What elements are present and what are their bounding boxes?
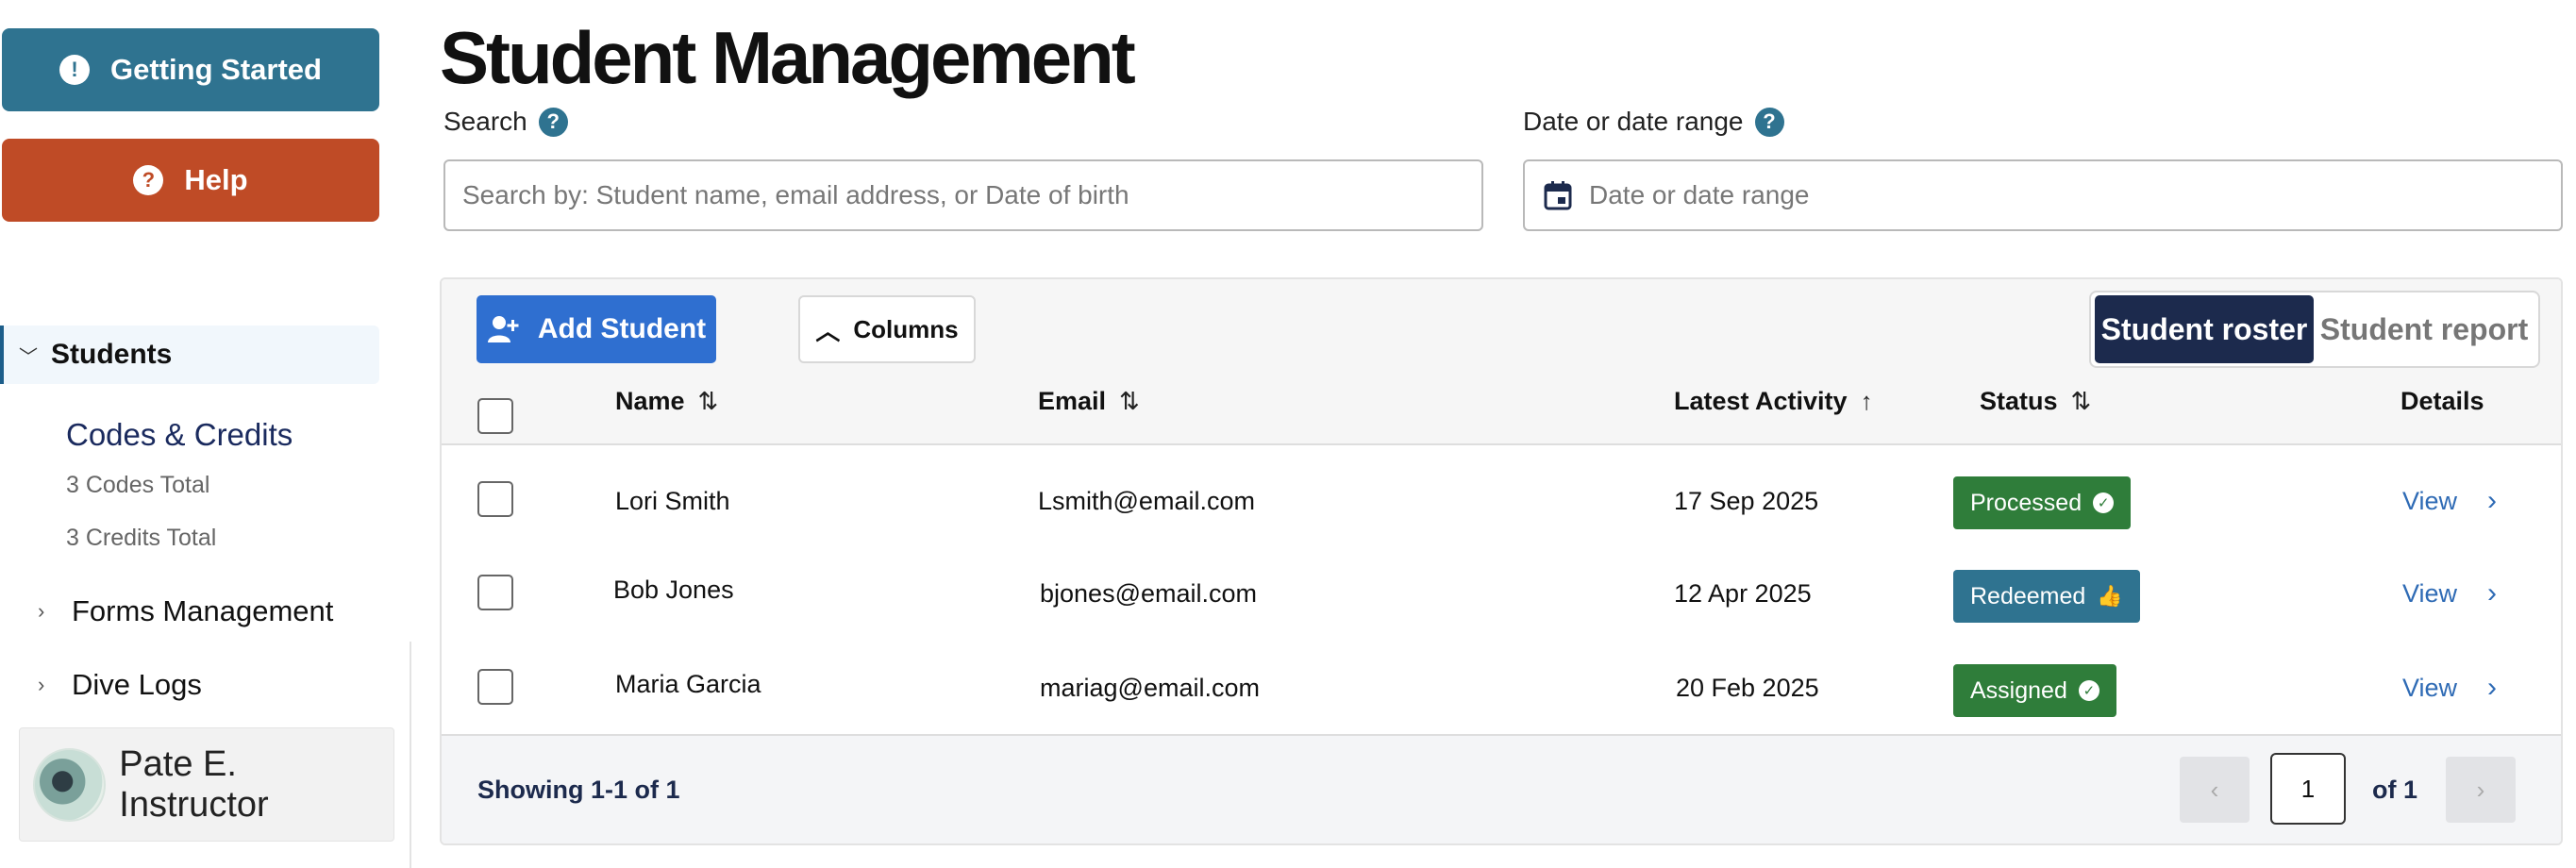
sidebar-item-label: Forms Management bbox=[72, 594, 334, 627]
columns-label: Columns bbox=[853, 314, 959, 343]
column-header-label: Status bbox=[1980, 387, 2058, 415]
add-user-icon bbox=[487, 316, 519, 342]
sidebar: ! Getting Started ? Help ﹀ Students Code… bbox=[0, 0, 411, 868]
showing-count: Showing 1-1 of 1 bbox=[477, 776, 680, 804]
add-student-button[interactable]: Add Student bbox=[477, 295, 716, 363]
sidebar-divider bbox=[410, 642, 411, 868]
check-circle-icon: ✓ bbox=[2093, 492, 2115, 513]
help-label: Help bbox=[184, 163, 248, 196]
check-circle-icon: ✓ bbox=[2078, 680, 2099, 701]
tab-student-report[interactable]: Student report bbox=[2314, 295, 2534, 363]
date-label-text: Date or date range bbox=[1523, 107, 1744, 136]
chevron-down-icon: ﹀ bbox=[19, 346, 38, 368]
codes-total-text: 3 Codes Total bbox=[66, 472, 210, 498]
sidebar-item-students[interactable]: ﹀ Students bbox=[0, 326, 379, 384]
latest-activity: 20 Feb 2025 bbox=[1676, 674, 1819, 702]
sort-icon[interactable]: ⇅ bbox=[2071, 387, 2092, 416]
sort-icon[interactable]: ⇅ bbox=[1119, 387, 1140, 416]
sidebar-item-dive-logs[interactable]: › Dive Logs bbox=[38, 661, 202, 709]
table-header-area: Add Student ︿ Columns Student roster Stu… bbox=[442, 279, 2561, 445]
student-table-panel: Add Student ︿ Columns Student roster Stu… bbox=[440, 277, 2563, 845]
chevron-right-icon: › bbox=[38, 673, 45, 696]
column-header-label: Latest Activity bbox=[1674, 387, 1848, 415]
view-label: View bbox=[2402, 578, 2458, 608]
next-page-button[interactable]: › bbox=[2446, 757, 2516, 823]
student-email: mariag@email.com bbox=[1040, 674, 1260, 702]
date-range-field bbox=[1523, 159, 2563, 231]
sidebar-item-label: Students bbox=[51, 339, 173, 370]
getting-started-button[interactable]: ! Getting Started bbox=[2, 28, 379, 111]
help-icon[interactable]: ? bbox=[1754, 107, 1784, 137]
tab-student-roster[interactable]: Student roster bbox=[2095, 295, 2314, 363]
student-email: Lsmith@email.com bbox=[1038, 487, 1255, 515]
view-label: View bbox=[2402, 673, 2458, 702]
student-name: Bob Jones bbox=[613, 576, 734, 604]
getting-started-label: Getting Started bbox=[110, 53, 322, 86]
date-label: Date or date range ? bbox=[1523, 107, 1784, 137]
view-toggle: Student roster Student report bbox=[2089, 291, 2540, 368]
status-label: Processed bbox=[1970, 489, 2083, 516]
chevron-up-icon: ︿ bbox=[815, 316, 841, 345]
column-header-email[interactable]: Email ⇅ bbox=[1038, 387, 1140, 416]
select-all-checkbox[interactable] bbox=[477, 398, 513, 434]
view-details-link[interactable]: View › bbox=[2402, 485, 2497, 517]
chevron-left-icon: ‹ bbox=[2210, 775, 2219, 804]
sort-ascending-icon[interactable]: ↑ bbox=[1861, 387, 1873, 416]
info-alert-icon: ! bbox=[59, 55, 91, 85]
row-checkbox[interactable] bbox=[477, 575, 513, 610]
latest-activity: 17 Sep 2025 bbox=[1674, 487, 1819, 515]
thumbs-up-icon: 👍 bbox=[2097, 584, 2123, 608]
status-badge: Redeemed 👍 bbox=[1953, 570, 2140, 623]
status-label: Redeemed bbox=[1970, 582, 2086, 609]
user-profile-card[interactable]: Pate E. Instructor bbox=[19, 727, 394, 842]
chevron-right-icon: › bbox=[2487, 485, 2498, 516]
page-number-input[interactable] bbox=[2270, 753, 2346, 825]
student-name: Lori Smith bbox=[615, 487, 730, 515]
row-checkbox[interactable] bbox=[477, 669, 513, 705]
row-checkbox[interactable] bbox=[477, 481, 513, 517]
student-name: Maria Garcia bbox=[615, 670, 761, 698]
column-header-status[interactable]: Status ⇅ bbox=[1980, 387, 2091, 416]
status-label: Assigned bbox=[1970, 676, 2067, 704]
add-student-label: Add Student bbox=[537, 313, 707, 344]
search-input[interactable] bbox=[443, 159, 1483, 231]
chevron-right-icon: › bbox=[2487, 577, 2498, 609]
credits-total-text: 3 Credits Total bbox=[66, 525, 217, 551]
column-header-name[interactable]: Name ⇅ bbox=[615, 387, 718, 416]
date-range-input[interactable] bbox=[1523, 159, 2563, 231]
column-header-details: Details bbox=[2400, 387, 2484, 416]
page-total: of 1 bbox=[2372, 776, 2418, 804]
pagination-footer: Showing 1-1 of 1 ‹ of 1 › bbox=[442, 734, 2561, 843]
sidebar-item-label: Dive Logs bbox=[72, 668, 202, 701]
latest-activity: 12 Apr 2025 bbox=[1674, 579, 1812, 608]
column-header-label: Email bbox=[1038, 387, 1107, 415]
status-badge: Assigned ✓ bbox=[1953, 664, 2116, 717]
previous-page-button[interactable]: ‹ bbox=[2180, 757, 2250, 823]
chevron-right-icon: › bbox=[2476, 775, 2485, 804]
sidebar-item-codes-credits[interactable]: Codes & Credits bbox=[66, 417, 293, 453]
page-title: Student Management bbox=[440, 16, 1136, 99]
column-header-label: Name bbox=[615, 387, 685, 415]
search-label: Search ? bbox=[443, 107, 568, 137]
column-header-label: Details bbox=[2400, 387, 2484, 415]
sidebar-item-forms-management[interactable]: › Forms Management bbox=[38, 588, 333, 635]
search-label-text: Search bbox=[443, 107, 527, 136]
chevron-right-icon: › bbox=[2487, 672, 2498, 703]
columns-button[interactable]: ︿ Columns bbox=[798, 295, 976, 363]
student-email: bjones@email.com bbox=[1040, 579, 1258, 608]
status-badge: Processed ✓ bbox=[1953, 476, 2132, 529]
chevron-right-icon: › bbox=[38, 599, 45, 623]
question-icon: ? bbox=[133, 165, 164, 195]
view-label: View bbox=[2402, 486, 2458, 515]
sort-icon[interactable]: ⇅ bbox=[698, 387, 719, 416]
user-name: Pate E. Instructor bbox=[119, 743, 269, 825]
avatar bbox=[33, 747, 107, 822]
view-details-link[interactable]: View › bbox=[2402, 577, 2497, 609]
view-details-link[interactable]: View › bbox=[2402, 672, 2497, 704]
help-button[interactable]: ? Help bbox=[2, 139, 379, 222]
column-header-latest-activity[interactable]: Latest Activity ↑ bbox=[1674, 387, 1873, 416]
help-icon[interactable]: ? bbox=[538, 107, 568, 137]
